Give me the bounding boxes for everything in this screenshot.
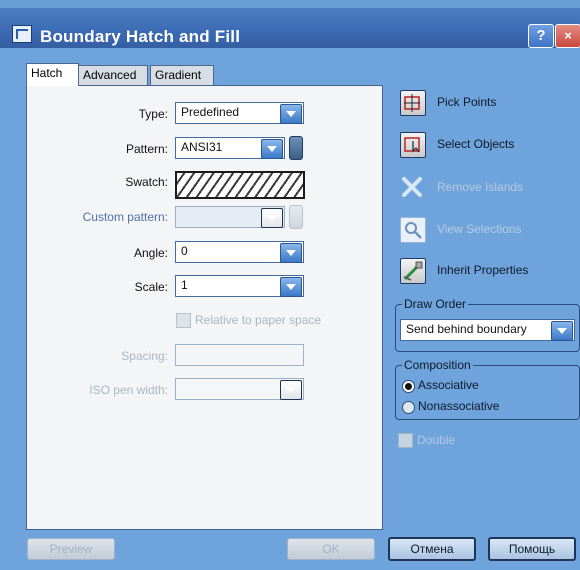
- scale-dropdown[interactable]: 1: [175, 275, 304, 297]
- draw-order-group: Draw Order Send behind boundary: [395, 297, 580, 352]
- pattern-label: Pattern:: [125, 142, 168, 156]
- angle-label: Angle:: [133, 246, 168, 260]
- tab-hatch[interactable]: Hatch: [26, 63, 79, 86]
- close-icon: [400, 175, 424, 199]
- remove-islands-label: Remove Islands: [437, 180, 524, 194]
- scale-value: 1: [181, 278, 188, 292]
- pattern-dropdown[interactable]: ANSI31: [175, 137, 285, 159]
- hatch-swatch[interactable]: [175, 171, 305, 199]
- close-button[interactable]: ×: [555, 24, 580, 48]
- inherit-properties-label: Inherit Properties: [437, 263, 529, 277]
- double-label: Double: [417, 433, 456, 447]
- nonassociative-radio[interactable]: [402, 401, 415, 414]
- chevron-down-icon[interactable]: [280, 380, 302, 400]
- magnifier-icon: [400, 217, 426, 243]
- chevron-down-icon[interactable]: [280, 277, 302, 297]
- pick-points-label: Pick Points: [437, 95, 497, 109]
- relative-paper-space-checkbox[interactable]: [176, 313, 191, 328]
- chevron-down-icon[interactable]: [551, 321, 573, 341]
- chevron-down-icon[interactable]: [261, 139, 283, 159]
- cancel-button[interactable]: Отмена: [388, 537, 476, 561]
- relative-paper-space-label: Relative to paper space: [195, 313, 322, 327]
- type-label: Type:: [138, 107, 168, 121]
- title-bar[interactable]: Boundary Hatch and Fill ? ×: [0, 8, 580, 48]
- pattern-value: ANSI31: [181, 140, 223, 154]
- select-objects-label: Select Objects: [437, 137, 515, 151]
- brush-icon: [400, 258, 426, 284]
- ok-button[interactable]: OK: [287, 538, 375, 560]
- app-icon: [12, 25, 32, 43]
- associative-label: Associative: [418, 378, 479, 392]
- spacing-label: Spacing:: [121, 349, 168, 363]
- scale-label: Scale:: [134, 280, 168, 294]
- window-title: Boundary Hatch and Fill: [40, 27, 241, 46]
- custom-pattern-label: Custom pattern:: [82, 210, 168, 224]
- pattern-browse-button[interactable]: [289, 136, 303, 160]
- spacing-input[interactable]: [175, 344, 304, 366]
- chevron-down-icon[interactable]: [280, 104, 302, 124]
- custom-pattern-browse-button[interactable]: [289, 205, 303, 229]
- custom-pattern-dropdown[interactable]: [175, 206, 285, 228]
- angle-dropdown[interactable]: 0: [175, 241, 304, 263]
- composition-group: Composition Associative Nonassociative: [395, 358, 580, 420]
- tab-advanced[interactable]: Advanced: [78, 65, 148, 85]
- draw-order-dropdown[interactable]: Send behind boundary: [400, 319, 575, 341]
- iso-pen-width-dropdown[interactable]: [175, 378, 304, 400]
- iso-pen-width-label: ISO pen width:: [89, 383, 168, 397]
- boundary-hatch-dialog: Boundary Hatch and Fill ? × Hatch Advanc…: [0, 0, 580, 570]
- type-dropdown[interactable]: Predefined: [175, 102, 304, 124]
- draw-order-value: Send behind boundary: [406, 322, 527, 336]
- draw-order-title: Draw Order: [402, 297, 469, 311]
- pick-points-icon: [400, 90, 426, 116]
- angle-value: 0: [181, 244, 188, 258]
- nonassociative-label: Nonassociative: [418, 399, 500, 413]
- composition-title: Composition: [402, 358, 473, 372]
- double-checkbox[interactable]: [398, 433, 413, 448]
- associative-radio[interactable]: [402, 380, 415, 393]
- chevron-down-icon[interactable]: [280, 243, 302, 263]
- view-selections-label: View Selections: [437, 222, 522, 236]
- tab-gradient[interactable]: Gradient: [150, 65, 214, 85]
- help-button[interactable]: Помощь: [488, 537, 576, 561]
- type-value: Predefined: [181, 105, 240, 119]
- chevron-down-icon[interactable]: [261, 208, 283, 228]
- preview-button[interactable]: Preview: [27, 538, 115, 560]
- select-objects-icon: [400, 132, 426, 158]
- help-title-button[interactable]: ?: [528, 24, 554, 48]
- swatch-label: Swatch:: [125, 175, 168, 189]
